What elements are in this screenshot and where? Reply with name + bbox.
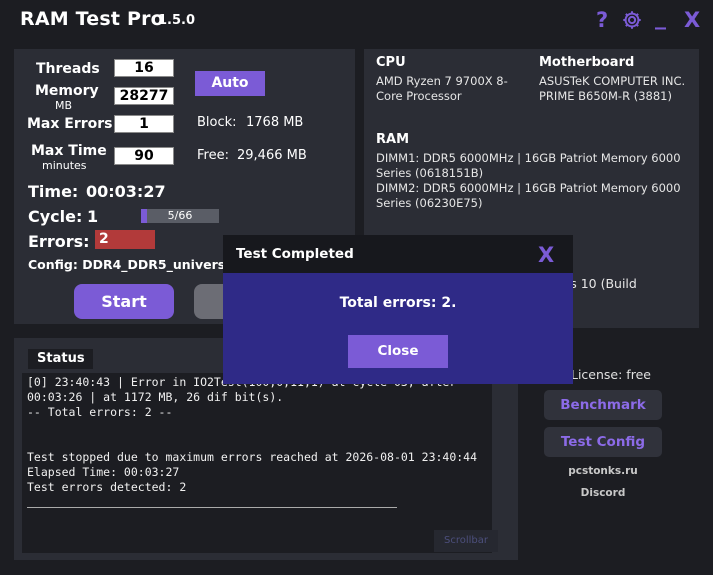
log-line: Test stopped due to maximum errors reach… — [27, 450, 478, 464]
cycle-progress-bar: 5/66 — [141, 209, 219, 223]
time-value: 00:03:27 — [86, 182, 166, 201]
memory-input[interactable]: 28277 — [114, 87, 174, 105]
memory-unit-label: MB — [55, 99, 73, 112]
memory-label: Memory — [35, 83, 99, 99]
free-value: 29,466 MB — [237, 148, 307, 163]
scrollbar[interactable]: Scrollbar — [434, 530, 498, 552]
dialog-message: Total errors: 2. — [339, 295, 457, 311]
threads-input[interactable]: 16 — [114, 59, 174, 77]
benchmark-button[interactable]: Benchmark — [544, 390, 662, 420]
max-errors-label: Max Errors — [27, 116, 113, 132]
app-title: RAM Test Pro — [20, 8, 164, 30]
time-label: Time: — [28, 182, 79, 201]
test-config-button[interactable]: Test Config — [544, 427, 662, 457]
errors-value: 2 — [95, 230, 155, 249]
log-line: Elapsed Time: 00:03:27 — [27, 465, 180, 479]
cycle-progress-text: 5/66 — [167, 209, 193, 222]
max-time-input[interactable]: 90 — [114, 147, 174, 165]
motherboard-line-1: ASUSTeK COMPUTER INC. — [539, 74, 686, 88]
ram-line-1: DIMM1: DDR5 6000MHz | 16GB Patriot Memor… — [376, 151, 681, 165]
start-button[interactable]: Start — [74, 284, 174, 319]
block-label: Block: — [197, 115, 237, 130]
errors-label: Errors: — [28, 232, 90, 251]
max-errors-input[interactable]: 1 — [114, 115, 174, 133]
help-icon[interactable]: ? — [596, 8, 608, 32]
motherboard-heading: Motherboard — [539, 55, 635, 70]
max-time-unit-label: minutes — [42, 159, 87, 172]
license-text: License: free — [571, 367, 651, 382]
cpu-heading: CPU — [376, 55, 406, 70]
status-tab[interactable]: Status — [28, 349, 93, 369]
test-completed-dialog: Test Completed X Total errors: 2. Close — [223, 235, 573, 384]
discord-link[interactable]: Discord — [544, 487, 662, 499]
block-value: 1768 MB — [246, 115, 304, 130]
ram-heading: RAM — [376, 132, 410, 147]
ram-line-4: Series (06230E75) — [376, 196, 483, 210]
log-line: Test errors detected: 2 — [27, 480, 187, 494]
motherboard-line-2: PRIME B650M-R (3881) — [539, 89, 672, 103]
dialog-header: Test Completed X — [223, 235, 573, 273]
log-line: -- Total errors: 2 -- — [27, 405, 173, 419]
cpu-line-1: AMD Ryzen 7 9700X 8- — [376, 74, 508, 88]
website-link[interactable]: pcstonks.ru — [544, 465, 662, 477]
config-text: Config: DDR4_DDR5_universal.cfg — [28, 257, 228, 272]
log-separator — [27, 507, 397, 508]
cpu-line-2: Core Processor — [376, 89, 462, 103]
dialog-title: Test Completed — [236, 246, 354, 262]
dialog-close-icon[interactable]: X — [538, 243, 554, 267]
app-version: 1.5.0 — [158, 13, 196, 28]
dialog-close-button[interactable]: Close — [348, 335, 448, 368]
max-time-label: Max Time — [31, 143, 107, 159]
cycle-value: 1 — [87, 207, 99, 226]
minimize-icon[interactable]: _ — [655, 5, 666, 30]
log-line: 00:03:26 | at 1172 MB, 26 dif bit(s). — [27, 390, 284, 404]
auto-button[interactable]: Auto — [195, 71, 265, 96]
cycle-label: Cycle: — [28, 207, 83, 226]
close-icon[interactable]: X — [684, 8, 700, 32]
gear-icon[interactable] — [621, 9, 643, 31]
threads-label: Threads — [36, 61, 100, 77]
ram-line-2: Series (0618151B) — [376, 166, 484, 180]
ram-line-3: DIMM2: DDR5 6000MHz | 16GB Patriot Memor… — [376, 181, 681, 195]
free-label: Free: — [197, 148, 229, 163]
